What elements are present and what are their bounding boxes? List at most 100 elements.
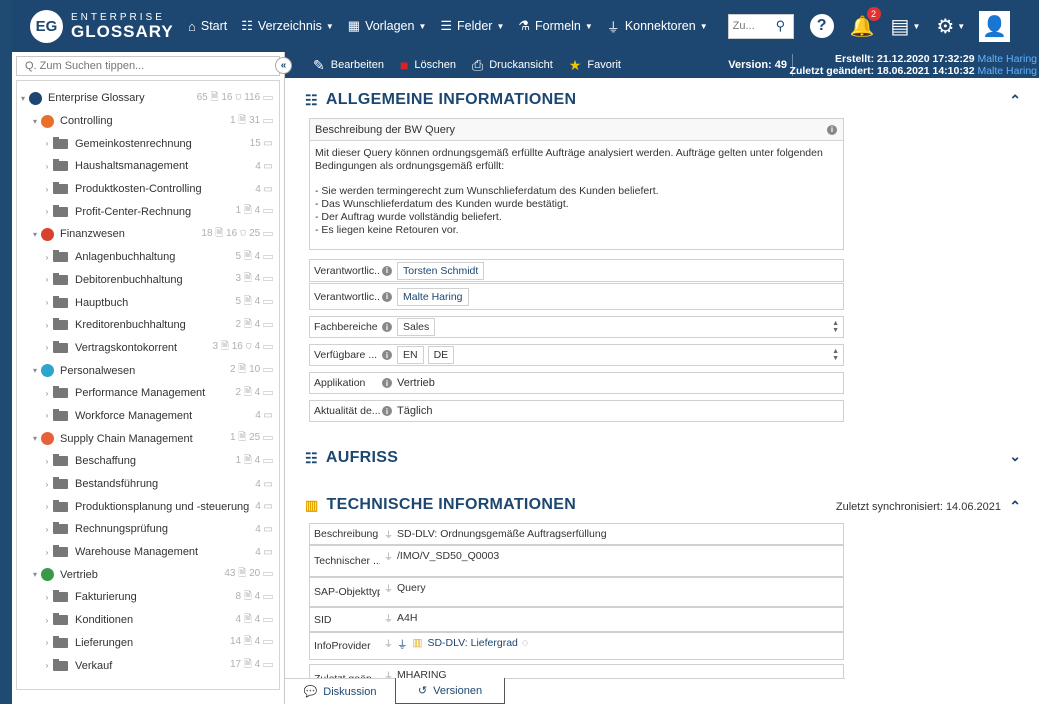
- tree-item[interactable]: › Gemeinkostenrechnung 15 ▭: [17, 132, 279, 155]
- chevron-down-icon[interactable]: ▾: [29, 570, 41, 579]
- tree-item[interactable]: › Hauptbuch 5 🗎 4 ▭: [17, 291, 279, 314]
- chevron-right-icon[interactable]: ›: [41, 185, 53, 194]
- tree-item[interactable]: › Produktionsplanung und -steuerung 4 ▭: [17, 495, 279, 518]
- section-technical-header[interactable]: ▥ TECHNISCHE INFORMATIONEN: [305, 496, 576, 514]
- chevron-right-icon[interactable]: ›: [41, 661, 53, 670]
- comment-icon[interactable]: ◌: [522, 637, 528, 649]
- field-value-tag[interactable]: Malte Haring: [397, 287, 469, 306]
- tree-item[interactable]: › Debitorenbuchhaltung 3 🗎 4 ▭: [17, 269, 279, 292]
- tree-item-label: Profit-Center-Rechnung: [75, 205, 192, 218]
- spinner-icon[interactable]: ▲ ▼: [832, 320, 839, 334]
- document-menu-button[interactable]: ▤ ▼: [891, 14, 921, 39]
- tab-discussion[interactable]: 💬 Diskussion: [285, 679, 395, 704]
- section-aufriss-header[interactable]: ☷ AUFRISS: [305, 449, 398, 467]
- user-avatar[interactable]: 👤: [979, 10, 1011, 42]
- nav-vorlagen[interactable]: ▦ Vorlagen ▼: [348, 18, 427, 34]
- info-icon[interactable]: i: [382, 350, 392, 360]
- chevron-right-icon[interactable]: ›: [41, 638, 53, 647]
- chevron-right-icon[interactable]: ›: [41, 548, 53, 557]
- tree-item[interactable]: › Produktkosten-Controlling 4 ▭: [17, 178, 279, 201]
- field-value-tag[interactable]: EN: [397, 346, 424, 364]
- tree-item[interactable]: › Profit-Center-Rechnung 1 🗎 4 ▭: [17, 200, 279, 223]
- edit-button[interactable]: ✎ Bearbeiten: [313, 57, 384, 74]
- nav-verzeichnis[interactable]: ☷ Verzeichnis ▼: [241, 18, 334, 34]
- tree-item[interactable]: › Lieferungen 14 🗎 4 ▭: [17, 632, 279, 655]
- nav-konnektoren[interactable]: ⏚ Konnektoren ▼: [607, 17, 708, 36]
- favorite-button[interactable]: ★ Favorit: [569, 57, 621, 74]
- tree-item[interactable]: ▾ Personalwesen 2 🗎 10 ▭: [17, 359, 279, 382]
- tree-item[interactable]: ▾ Vertrieb 43 🗎 20 ▭: [17, 563, 279, 586]
- tree-item[interactable]: › Vertragskontokorrent 3 🗎 16 ⛉ 4 ▭: [17, 337, 279, 360]
- chevron-right-icon[interactable]: ›: [41, 139, 53, 148]
- chevron-right-icon[interactable]: ›: [41, 253, 53, 262]
- chevron-down-icon[interactable]: ▾: [29, 117, 41, 126]
- tab-versions[interactable]: ↺ Versionen: [395, 678, 505, 704]
- chevron-down-icon[interactable]: ▾: [17, 94, 29, 103]
- collapse-sidebar-button[interactable]: «: [275, 57, 292, 74]
- chevron-right-icon[interactable]: ›: [41, 593, 53, 602]
- chevron-right-icon[interactable]: ›: [41, 275, 53, 284]
- chevron-right-icon[interactable]: ›: [41, 616, 53, 625]
- chevron-right-icon[interactable]: ›: [41, 502, 53, 511]
- tree-item[interactable]: › Performance Management 2 🗎 4 ▭: [17, 382, 279, 405]
- tree-item[interactable]: › Anlagenbuchhaltung 5 🗎 4 ▭: [17, 246, 279, 269]
- section-general-header[interactable]: ☷ ALLGEMEINE INFORMATIONEN: [305, 91, 576, 109]
- chevron-right-icon[interactable]: ›: [41, 411, 53, 420]
- chevron-down-icon[interactable]: ▾: [29, 366, 41, 375]
- glossary-logo-icon: [29, 91, 42, 105]
- global-search-input[interactable]: [728, 15, 773, 37]
- info-icon[interactable]: i: [382, 322, 392, 332]
- sidebar-search-input[interactable]: [25, 60, 255, 72]
- field-value-tag[interactable]: Sales: [397, 318, 436, 336]
- chevron-right-icon[interactable]: ›: [41, 343, 53, 352]
- tree-item[interactable]: › Rechnungsprüfung 4 ▭: [17, 518, 279, 541]
- chevron-down-icon[interactable]: ▾: [29, 230, 41, 239]
- tree-item[interactable]: ▾ Supply Chain Management 1 🗎 25 ▭: [17, 427, 279, 450]
- nav-start[interactable]: ⌂ Start: [188, 19, 227, 34]
- tree-item[interactable]: ▾ Enterprise Glossary 65 🗎 16 ⛉ 116 ▭: [17, 87, 279, 110]
- infoprovider-link[interactable]: SD-DLV: Liefergrad: [427, 637, 517, 649]
- tree-item[interactable]: › Kreditorenbuchhaltung 2 🗎 4 ▭: [17, 314, 279, 337]
- chevron-right-icon[interactable]: ›: [41, 457, 53, 466]
- tree-item[interactable]: › Verkauf 17 🗎 4 ▭: [17, 654, 279, 677]
- info-icon[interactable]: i: [382, 406, 392, 416]
- search-icon[interactable]: ⚲: [773, 18, 786, 34]
- tree-item[interactable]: › Bestandsführung 4 ▭: [17, 473, 279, 496]
- chevron-down-icon[interactable]: ▾: [29, 434, 41, 443]
- tree-item[interactable]: › Haushaltsmanagement 4 ▭: [17, 155, 279, 178]
- chevron-right-icon[interactable]: ›: [41, 389, 53, 398]
- info-icon[interactable]: i: [382, 378, 392, 388]
- settings-menu-button[interactable]: ⚙ ▼: [936, 14, 965, 39]
- help-button[interactable]: ?: [809, 14, 834, 38]
- info-icon[interactable]: i: [827, 124, 837, 135]
- tree-item[interactable]: › Konditionen 4 🗎 4 ▭: [17, 609, 279, 632]
- delete-button[interactable]: ■ Löschen: [400, 57, 456, 73]
- print-button[interactable]: ⎙ Druckansicht: [472, 57, 553, 74]
- chevron-right-icon[interactable]: ›: [41, 321, 53, 330]
- tree-item[interactable]: › Beschaffung 1 🗎 4 ▭: [17, 450, 279, 473]
- changed-by-link[interactable]: Malte Haring: [977, 65, 1037, 77]
- tree-item[interactable]: ▾ Finanzwesen 18 🗎 16 ⛉ 25 ▭: [17, 223, 279, 246]
- app-logo[interactable]: EG ENTERPRISE GLOSSARY: [12, 9, 188, 43]
- field-value-tag[interactable]: Torsten Schmidt: [397, 261, 485, 280]
- nav-formeln[interactable]: ⚗ Formeln ▼: [518, 18, 592, 34]
- chevron-right-icon[interactable]: ›: [41, 298, 53, 307]
- chevron-right-icon[interactable]: ›: [41, 162, 53, 171]
- field-value-tag[interactable]: DE: [427, 346, 455, 364]
- tree-item[interactable]: ▾ Controlling 1 🗎 31 ▭: [17, 110, 279, 133]
- created-by-link[interactable]: Malte Haring: [977, 53, 1037, 65]
- spinner-icon[interactable]: ▲ ▼: [832, 348, 839, 362]
- info-icon[interactable]: i: [382, 291, 392, 302]
- info-icon[interactable]: i: [382, 265, 392, 276]
- chevron-down-icon[interactable]: ⌄: [1009, 448, 1021, 465]
- chevron-right-icon[interactable]: ›: [41, 480, 53, 489]
- chevron-right-icon[interactable]: ›: [41, 525, 53, 534]
- nav-felder[interactable]: ☰ Felder ▼: [440, 18, 504, 34]
- chevron-up-icon[interactable]: ⌃: [1009, 92, 1021, 109]
- chevron-right-icon[interactable]: ›: [41, 207, 53, 216]
- tree-item[interactable]: › Workforce Management 4 ▭: [17, 405, 279, 428]
- tree-item[interactable]: › Warehouse Management 4 ▭: [17, 541, 279, 564]
- tree-item[interactable]: › Fakturierung 8 🗎 4 ▭: [17, 586, 279, 609]
- chevron-up-icon[interactable]: ⌃: [1009, 498, 1021, 515]
- notifications-button[interactable]: 🔔 2: [850, 6, 881, 39]
